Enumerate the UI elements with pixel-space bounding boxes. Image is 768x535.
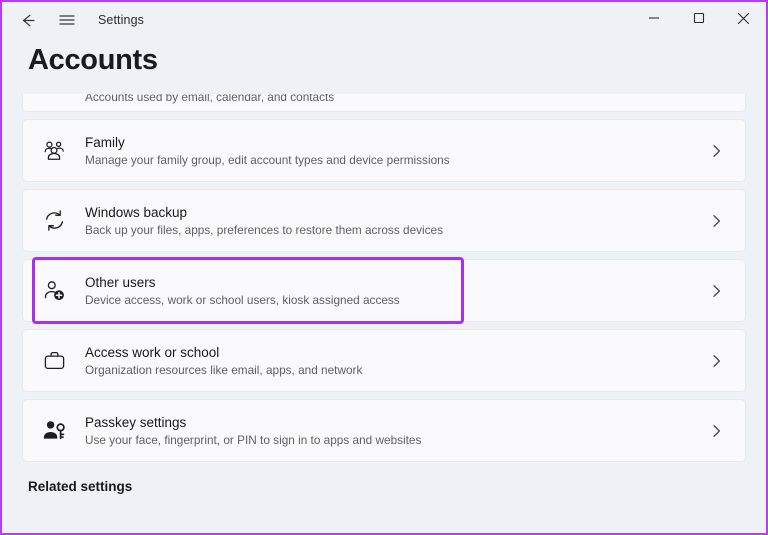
- settings-scroll-area[interactable]: Accounts used by email, calendar, and co…: [2, 94, 766, 533]
- sync-arrows-icon: [23, 208, 85, 233]
- chevron-right-icon[interactable]: [703, 214, 729, 228]
- settings-card-other-users[interactable]: Other users Device access, work or schoo…: [22, 259, 746, 322]
- person-key-icon: [23, 418, 85, 443]
- app-title: Settings: [98, 13, 144, 27]
- card-subtitle: Manage your family group, edit account t…: [85, 153, 703, 168]
- card-text: Windows backup Back up your files, apps,…: [85, 204, 703, 238]
- page-title: Accounts: [28, 44, 766, 77]
- card-text: Passkey settings Use your face, fingerpr…: [85, 414, 703, 448]
- card-title: Family: [85, 134, 703, 151]
- close-icon: [737, 12, 750, 25]
- chevron-right-icon[interactable]: [703, 284, 729, 298]
- arrow-left-icon: [19, 12, 36, 29]
- chevron-right-icon[interactable]: [703, 424, 729, 438]
- maximize-button[interactable]: [676, 2, 721, 34]
- briefcase-icon: [23, 348, 85, 373]
- window-controls: [631, 2, 766, 38]
- card-title: Passkey settings: [85, 414, 703, 431]
- settings-window: Settings: [0, 0, 768, 535]
- navigation-menu-button[interactable]: [50, 5, 84, 35]
- hamburger-menu-icon: [59, 13, 75, 27]
- settings-card-access-work-school[interactable]: Access work or school Organization resou…: [22, 329, 746, 392]
- back-button[interactable]: [10, 5, 44, 35]
- chevron-right-icon[interactable]: [703, 144, 729, 158]
- title-bar: Settings: [2, 2, 766, 38]
- card-subtitle: Back up your files, apps, preferences to…: [85, 223, 703, 238]
- related-settings-heading: Related settings: [28, 479, 746, 494]
- settings-card-email-accounts[interactable]: Accounts used by email, calendar, and co…: [22, 94, 746, 112]
- card-title: Access work or school: [85, 344, 703, 361]
- settings-card-passkey-settings[interactable]: Passkey settings Use your face, fingerpr…: [22, 399, 746, 462]
- minimize-icon: [648, 12, 660, 24]
- card-subtitle: Use your face, fingerprint, or PIN to si…: [85, 433, 703, 448]
- chevron-right-icon[interactable]: [703, 354, 729, 368]
- card-text: Access work or school Organization resou…: [85, 344, 703, 378]
- maximize-icon: [693, 12, 705, 24]
- card-text: Accounts used by email, calendar, and co…: [23, 94, 729, 105]
- settings-card-windows-backup[interactable]: Windows backup Back up your files, apps,…: [22, 189, 746, 252]
- card-text: Other users Device access, work or schoo…: [85, 274, 703, 308]
- card-text: Family Manage your family group, edit ac…: [85, 134, 703, 168]
- settings-card-family[interactable]: Family Manage your family group, edit ac…: [22, 119, 746, 182]
- card-subtitle: Device access, work or school users, kio…: [85, 293, 703, 308]
- settings-card-list: Accounts used by email, calendar, and co…: [22, 94, 746, 462]
- card-title: Windows backup: [85, 204, 703, 221]
- family-group-icon: [23, 138, 85, 163]
- person-add-icon: [23, 278, 85, 303]
- card-subtitle: Organization resources like email, apps,…: [85, 363, 703, 378]
- minimize-button[interactable]: [631, 2, 676, 34]
- close-button[interactable]: [721, 2, 766, 34]
- card-title: Other users: [85, 274, 703, 291]
- card-subtitle: Accounts used by email, calendar, and co…: [85, 94, 729, 105]
